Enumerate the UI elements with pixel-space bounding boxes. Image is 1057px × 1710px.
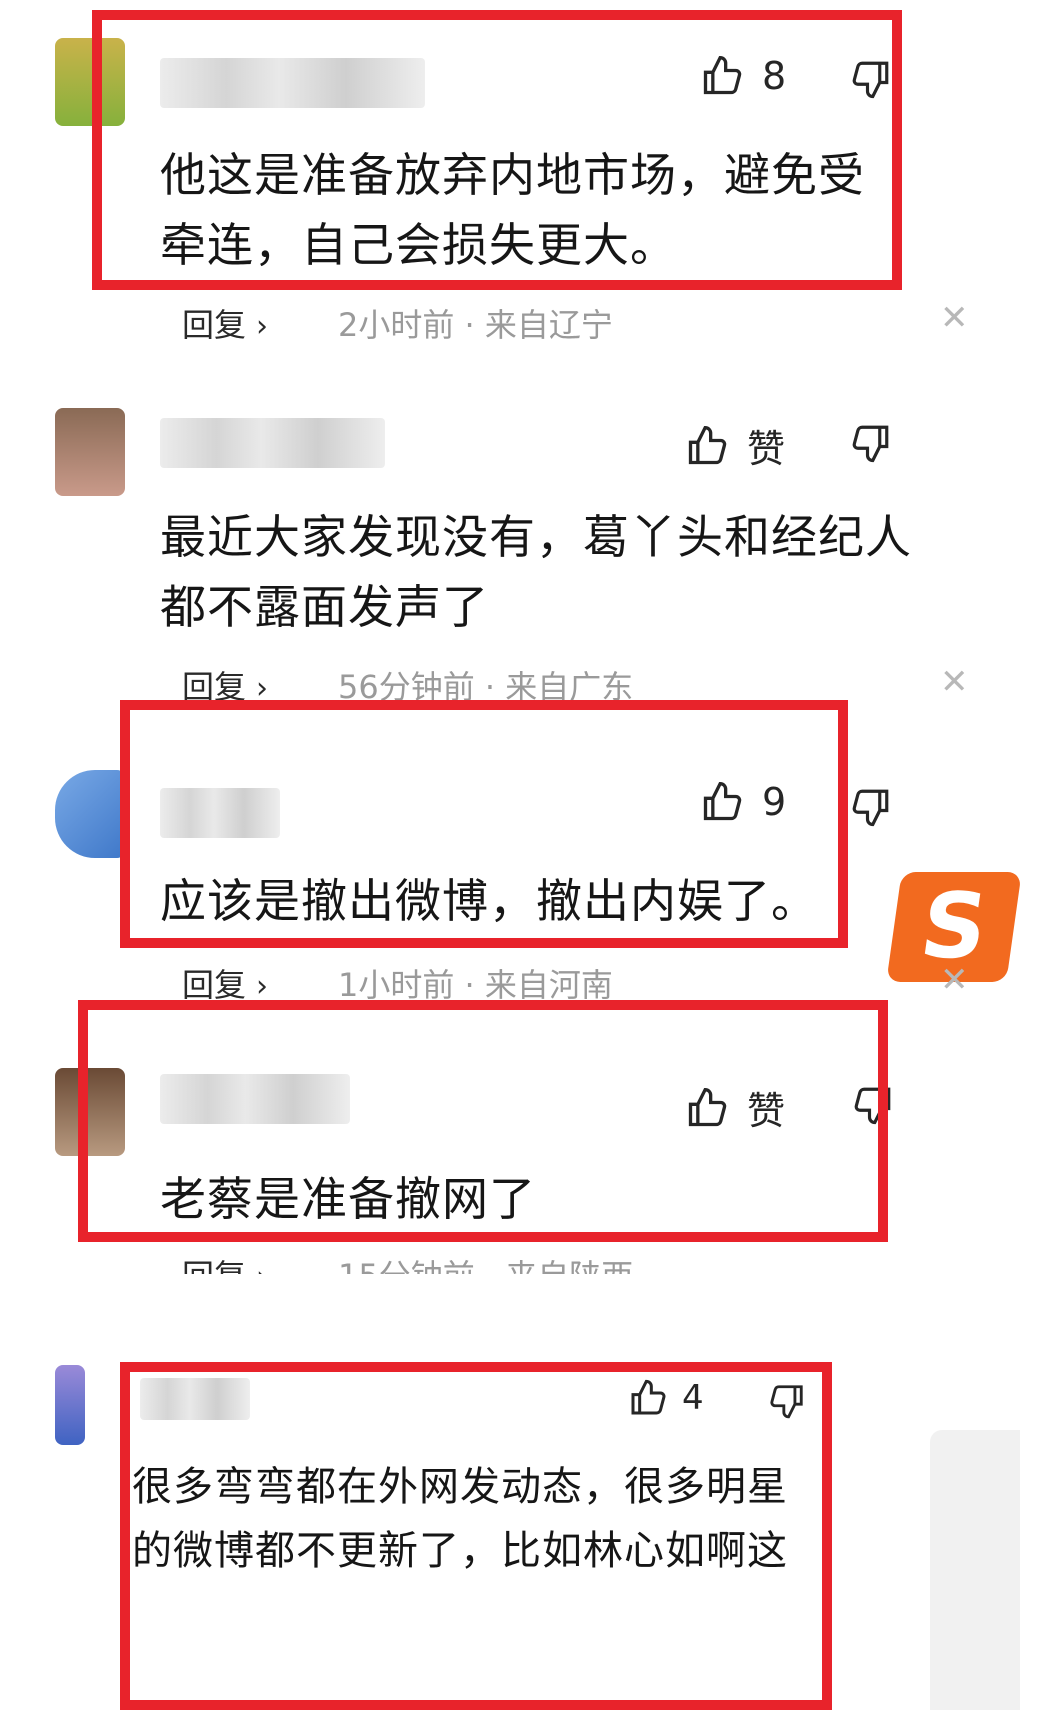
reply-button[interactable]: 回复› xyxy=(182,306,268,344)
thumbs-down-icon xyxy=(850,786,892,828)
like-button[interactable]: 赞 xyxy=(685,418,785,473)
like-label: 赞 xyxy=(747,427,786,471)
avatar[interactable] xyxy=(55,1365,85,1445)
highlight-box xyxy=(120,1362,832,1710)
comment-text: 最近大家发现没有，葛丫头和经纪人都不露面发声了 xyxy=(160,510,912,634)
username-blurred[interactable] xyxy=(160,418,385,468)
dislike-button[interactable] xyxy=(850,422,892,464)
dislike-button[interactable] xyxy=(850,786,892,828)
reply-button[interactable]: 回复› xyxy=(182,966,268,1004)
close-icon[interactable]: ✕ xyxy=(940,662,969,702)
avatar[interactable] xyxy=(55,770,125,858)
comment-meta: 回复› 15分钟前 · 来自陕西 xyxy=(182,1256,633,1274)
chevron-right-icon: › xyxy=(256,969,269,1004)
side-panel-edge xyxy=(930,1430,1020,1710)
chevron-right-icon: › xyxy=(256,1258,268,1274)
highlight-box xyxy=(120,700,848,948)
thumbs-up-icon xyxy=(685,424,729,468)
chevron-right-icon: › xyxy=(256,309,269,344)
comment-meta: 回复 › 2小时前 · 来自辽宁 xyxy=(182,300,613,346)
timestamp-location: 1小时前 · 来自河南 xyxy=(338,966,613,1004)
avatar[interactable] xyxy=(55,408,125,496)
thumbs-down-icon xyxy=(850,422,892,464)
timestamp-location: 15分钟前 · 来自陕西 xyxy=(338,1257,633,1274)
highlight-box xyxy=(92,10,902,290)
close-icon[interactable]: ✕ xyxy=(940,960,969,1000)
close-icon[interactable]: ✕ xyxy=(940,298,969,338)
timestamp-location: 2小时前 · 来自辽宁 xyxy=(338,306,613,344)
reply-button[interactable]: 回复› xyxy=(182,1257,268,1274)
highlight-box xyxy=(78,1000,888,1242)
